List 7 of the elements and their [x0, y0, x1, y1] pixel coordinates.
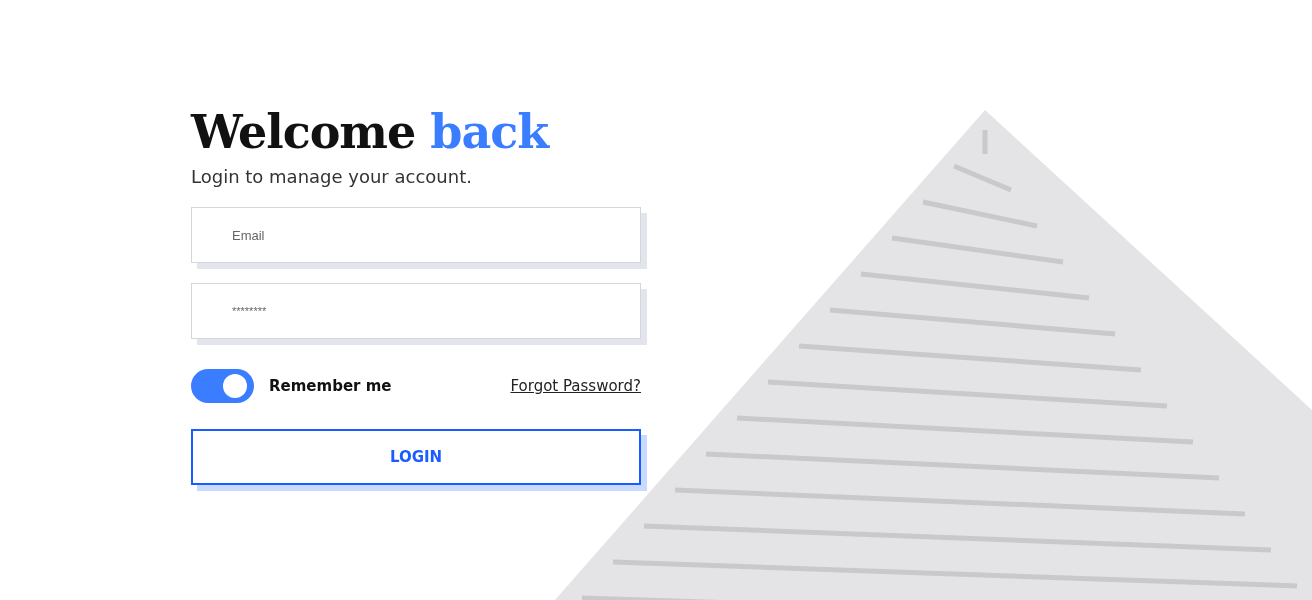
- remember-toggle[interactable]: [191, 369, 254, 403]
- forgot-password-link[interactable]: Forgot Password?: [510, 377, 641, 395]
- subtitle: Login to manage your account.: [191, 166, 473, 187]
- welcome-heading: Welcome back: [191, 104, 551, 161]
- password-field[interactable]: ********: [191, 283, 641, 339]
- remember-label: Remember me: [269, 377, 392, 395]
- email-field[interactable]: Email: [191, 207, 641, 263]
